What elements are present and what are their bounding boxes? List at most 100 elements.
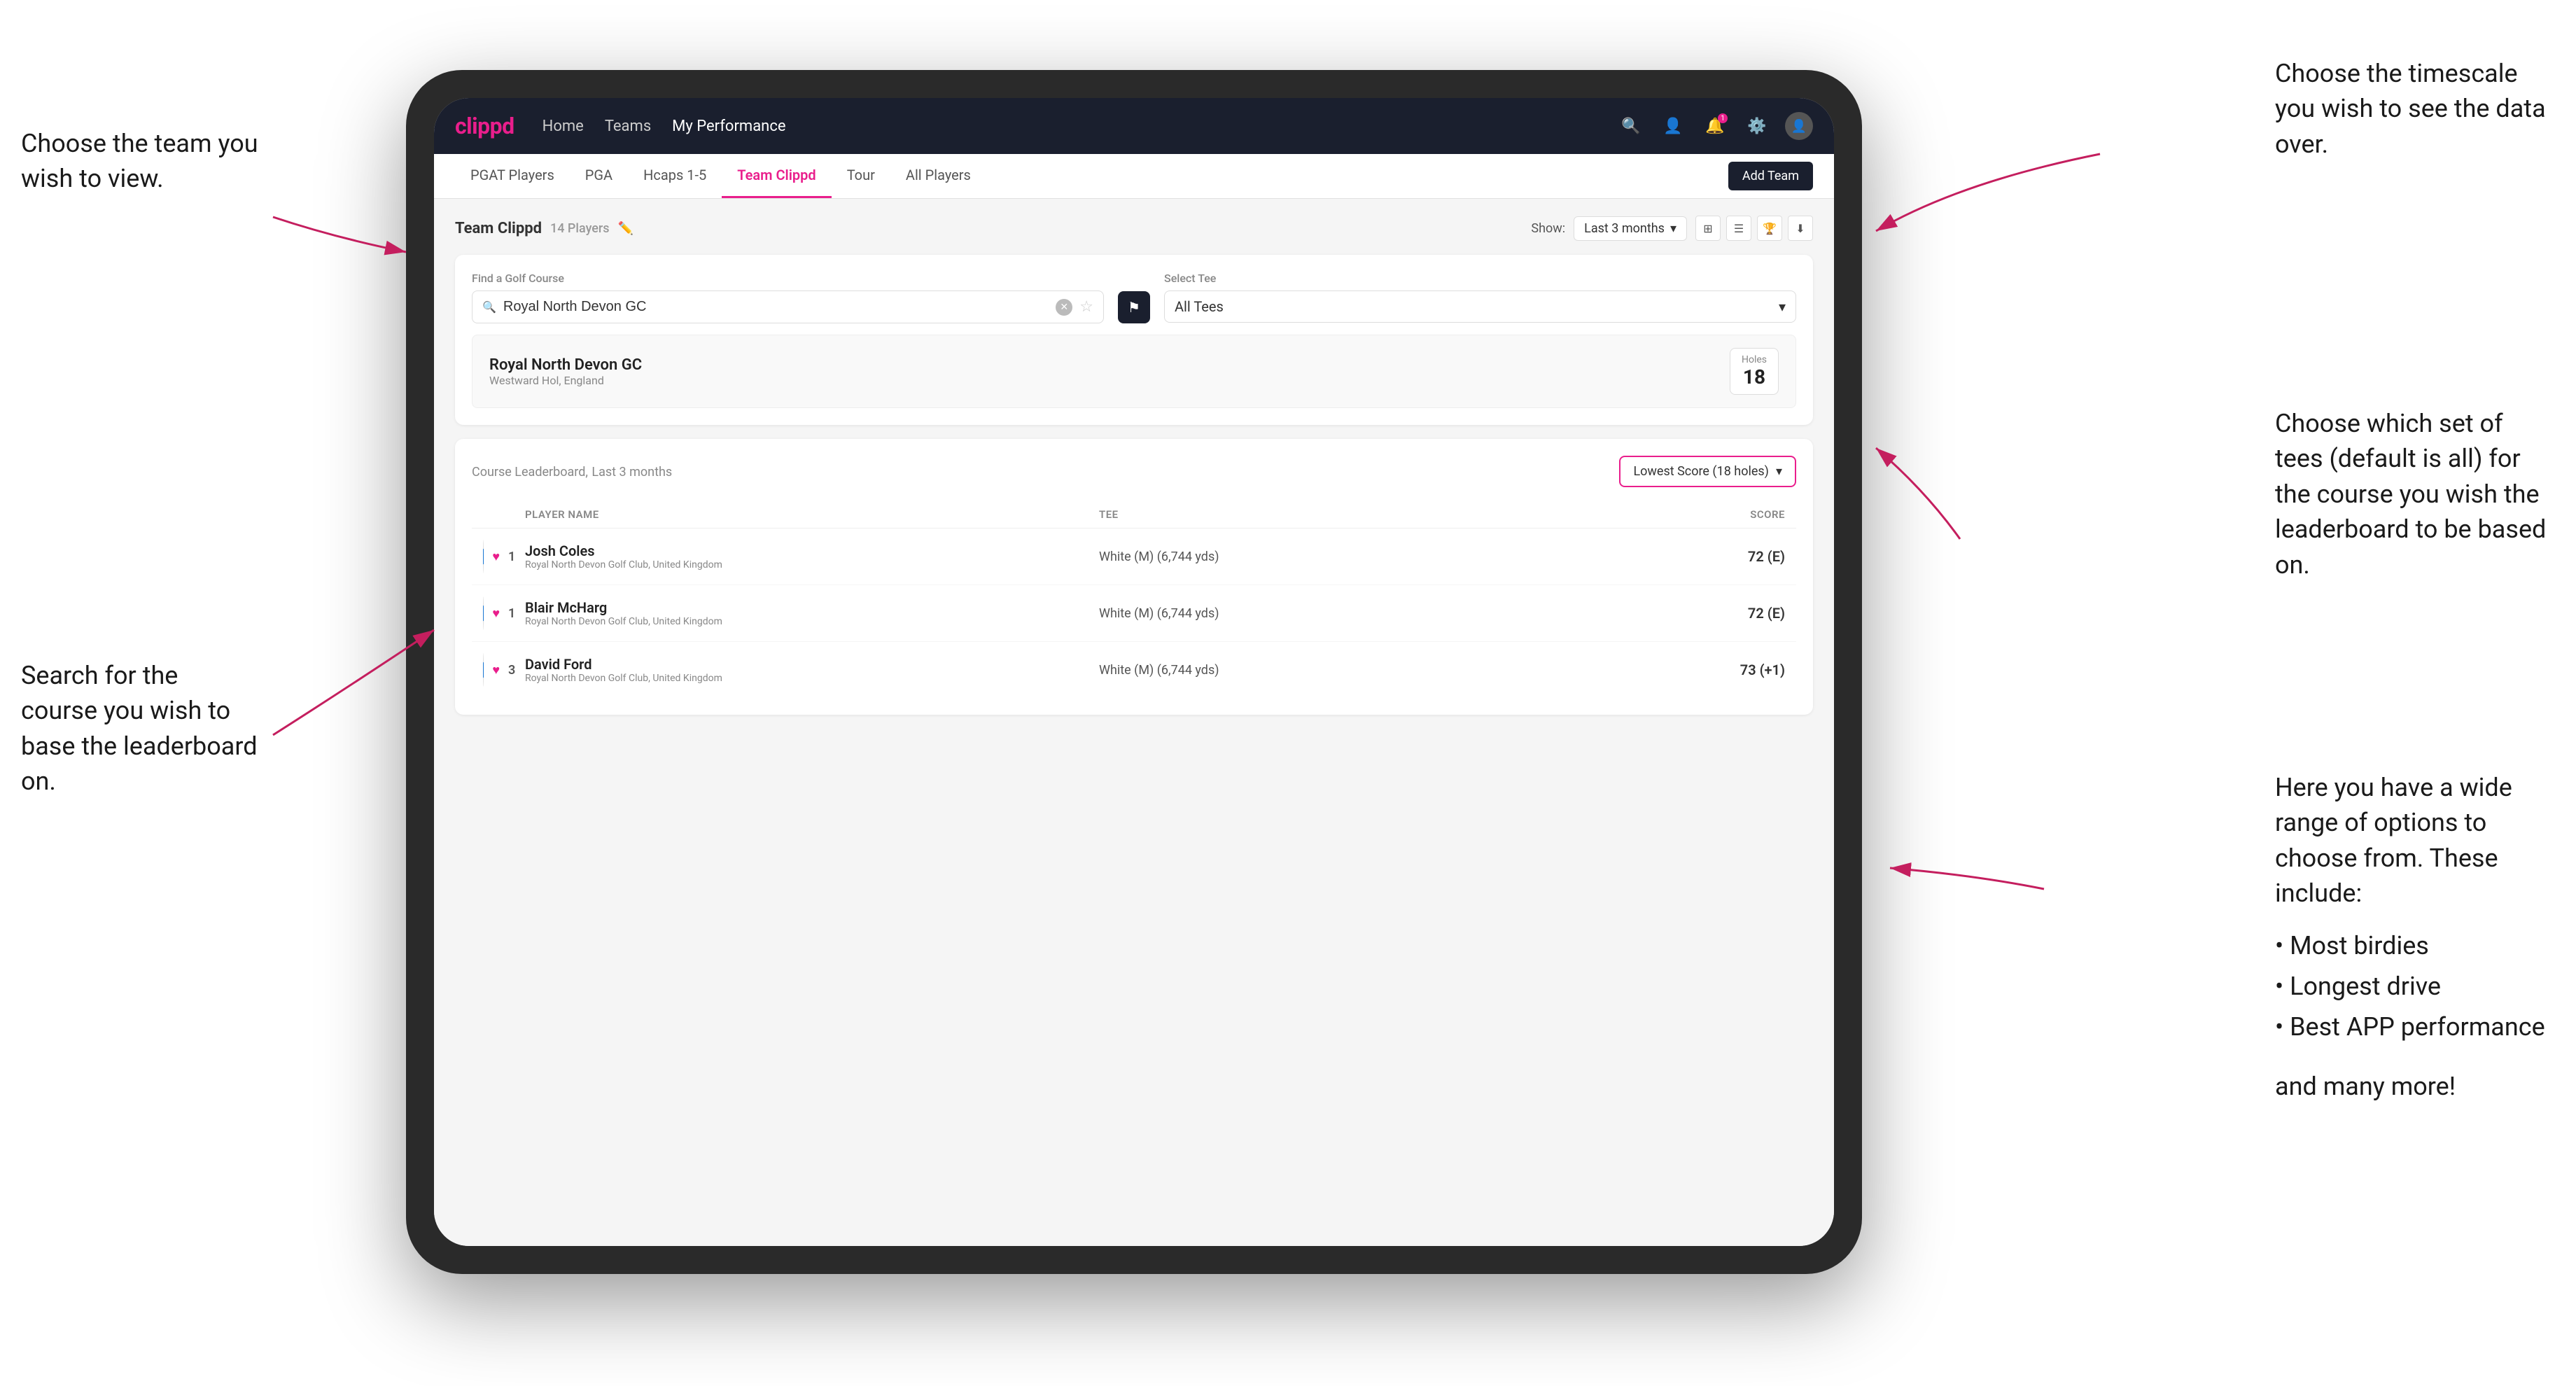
player-rank: 1 <box>508 606 525 621</box>
search-icon: 🔍 <box>482 300 496 314</box>
nav-teams[interactable]: Teams <box>605 118 651 135</box>
player-name: Josh Coles <box>525 542 1099 559</box>
player-info: Josh Coles Royal North Devon Golf Club, … <box>525 542 1099 570</box>
bullet-drive: Longest drive <box>2275 966 2555 1007</box>
player-details: David Ford Royal North Devon Golf Club, … <box>525 656 1099 684</box>
player-avatar: 👤 <box>483 596 484 630</box>
score-type-select[interactable]: Lowest Score (18 holes) ▾ <box>1619 456 1796 487</box>
col-score: SCORE <box>1673 508 1785 521</box>
add-team-button[interactable]: Add Team <box>1728 162 1813 190</box>
tab-team-clippd[interactable]: Team Clippd <box>722 154 831 198</box>
leaderboard-card: Course Leaderboard, Last 3 months Lowest… <box>455 439 1813 715</box>
bullet-birdies: Most birdies <box>2275 925 2555 966</box>
tee-value: All Tees <box>1175 298 1224 315</box>
annotation-search-course: Search for the course you wish to base t… <box>21 658 259 799</box>
find-course-label: Find a Golf Course <box>472 272 1104 285</box>
score-cell: 72 (E) <box>1673 605 1785 622</box>
annotation-options-footer: and many more! <box>2275 1069 2555 1104</box>
player-rank: 3 <box>508 663 525 678</box>
table-row: 👤 ♥ 3 David Ford Royal North Devon Golf … <box>472 642 1796 698</box>
player-club: Royal North Devon Golf Club, United King… <box>525 673 1099 684</box>
chevron-down-icon: ▾ <box>1776 464 1782 479</box>
annotation-timescale: Choose the timescale you wish to see the… <box>2275 56 2555 162</box>
favorite-icon[interactable]: ☆ <box>1079 298 1093 316</box>
download-icon[interactable]: ⬇ <box>1788 216 1813 241</box>
show-select[interactable]: Last 3 months ▾ <box>1574 216 1687 241</box>
course-location: Westward Hol, England <box>489 374 642 387</box>
player-count: 14 Players <box>550 221 610 236</box>
tab-all-players[interactable]: All Players <box>890 154 986 198</box>
annotation-search-course-text: Search for the course you wish to base t… <box>21 661 258 796</box>
notification-badge: 1 <box>1718 113 1728 123</box>
tee-cell: White (M) (6,744 yds) <box>1099 663 1673 678</box>
search-submit-button[interactable]: ⚑ <box>1118 291 1150 323</box>
people-icon[interactable]: 👤 <box>1659 112 1687 140</box>
score-cell: 73 (+1) <box>1673 662 1785 678</box>
annotation-options: Here you have a wide range of options to… <box>2275 770 2555 1104</box>
col-rank <box>483 508 525 521</box>
heart-icon: ♥ <box>492 606 500 621</box>
bullet-app: Best APP performance <box>2275 1007 2555 1047</box>
table-row: 👤 ♥ 1 Josh Coles Royal North Devon Golf … <box>472 528 1796 585</box>
show-label: Show: <box>1531 221 1565 236</box>
player-details: Blair McHarg Royal North Devon Golf Club… <box>525 599 1099 627</box>
course-finder-card: Find a Golf Course 🔍 ✕ ☆ ⚑ Select Tee Al… <box>455 255 1813 425</box>
annotation-options-list: Most birdies Longest drive Best APP perf… <box>2275 925 2555 1048</box>
holes-badge: Holes 18 <box>1730 348 1779 395</box>
team-title: Team Clippd 14 Players ✏️ <box>455 220 634 237</box>
leaderboard-subtitle: Last 3 months <box>592 465 672 479</box>
rank-cell: 👤 ♥ 3 <box>483 653 525 687</box>
course-name: Royal North Devon GC <box>489 356 642 374</box>
annotation-options-title: Here you have a wide range of options to… <box>2275 770 2555 911</box>
user-avatar[interactable]: 👤 <box>1785 112 1813 140</box>
chevron-down-icon: ▾ <box>1670 221 1676 236</box>
team-header: Team Clippd 14 Players ✏️ Show: Last 3 m… <box>455 216 1813 241</box>
view-icons: ⊞ ☰ 🏆 ⬇ <box>1695 216 1813 241</box>
clear-search-button[interactable]: ✕ <box>1056 299 1072 316</box>
tee-select[interactable]: All Tees ▾ <box>1164 290 1796 323</box>
grid-view-icon[interactable]: ⊞ <box>1695 216 1721 241</box>
subnav: PGAT Players PGA Hcaps 1-5 Team Clippd T… <box>434 154 1834 199</box>
notification-icon[interactable]: 🔔 1 <box>1701 112 1729 140</box>
player-avatar: 👤 <box>483 653 484 687</box>
show-controls: Show: Last 3 months ▾ ⊞ ☰ 🏆 ⬇ <box>1531 216 1813 241</box>
course-finder-form: Find a Golf Course 🔍 ✕ ☆ ⚑ Select Tee Al… <box>472 272 1796 323</box>
team-name: Team Clippd <box>455 220 542 237</box>
player-club: Royal North Devon Golf Club, United King… <box>525 616 1099 627</box>
settings-icon[interactable]: ⚙️ <box>1743 112 1771 140</box>
leaderboard-title-text: Course Leaderboard, <box>472 465 588 479</box>
tab-pgat-players[interactable]: PGAT Players <box>455 154 570 198</box>
score-type-value: Lowest Score (18 holes) <box>1633 464 1769 479</box>
show-value: Last 3 months <box>1584 221 1665 236</box>
player-rank: 1 <box>508 550 525 564</box>
ipad-screen: clippd Home Teams My Performance 🔍 👤 🔔 1… <box>434 98 1834 1246</box>
find-course-group: Find a Golf Course 🔍 ✕ ☆ <box>472 272 1104 323</box>
tab-pga[interactable]: PGA <box>570 154 628 198</box>
col-player: PLAYER NAME <box>525 508 1099 521</box>
player-info: David Ford Royal North Devon Golf Club, … <box>525 656 1099 684</box>
leaderboard-header: Course Leaderboard, Last 3 months Lowest… <box>472 456 1796 487</box>
nav-home[interactable]: Home <box>542 118 584 135</box>
select-tee-label: Select Tee <box>1164 272 1796 285</box>
search-icon[interactable]: 🔍 <box>1617 112 1645 140</box>
tab-hcaps[interactable]: Hcaps 1-5 <box>628 154 722 198</box>
course-search-input[interactable] <box>503 299 1049 315</box>
leaderboard-title: Course Leaderboard, Last 3 months <box>472 463 672 480</box>
navbar-icons: 🔍 👤 🔔 1 ⚙️ 👤 <box>1617 112 1813 140</box>
heart-icon: ♥ <box>492 550 500 564</box>
nav-my-performance[interactable]: My Performance <box>672 118 785 135</box>
tab-tour[interactable]: Tour <box>832 154 890 198</box>
tee-cell: White (M) (6,744 yds) <box>1099 606 1673 621</box>
player-name: Blair McHarg <box>525 599 1099 616</box>
list-view-icon[interactable]: ☰ <box>1726 216 1751 241</box>
score-cell: 72 (E) <box>1673 548 1785 565</box>
tee-cell: White (M) (6,744 yds) <box>1099 550 1673 564</box>
trophy-icon[interactable]: 🏆 <box>1757 216 1782 241</box>
col-tee: TEE <box>1099 508 1673 521</box>
brand-logo: clippd <box>455 113 514 139</box>
edit-team-icon[interactable]: ✏️ <box>618 221 634 236</box>
main-content: Team Clippd 14 Players ✏️ Show: Last 3 m… <box>434 199 1834 1246</box>
player-name: David Ford <box>525 656 1099 673</box>
chevron-down-icon: ▾ <box>1779 298 1786 315</box>
table-header: PLAYER NAME TEE SCORE <box>472 501 1796 528</box>
